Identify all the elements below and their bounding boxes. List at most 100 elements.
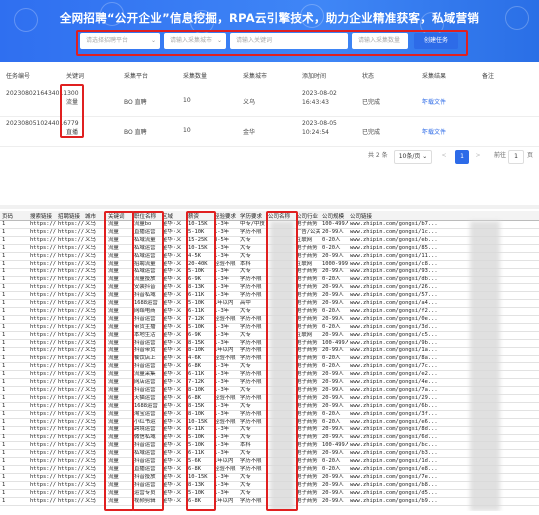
sheet-cell: 电子商务 [296, 402, 318, 409]
sheet-cell: 经验不限 [214, 315, 236, 322]
sheet-cell: 大专 [240, 386, 251, 393]
create-task-button[interactable]: 创建任务 [414, 33, 458, 49]
sheet-cell: https:// [58, 307, 84, 314]
job-title-column-highlight [132, 211, 164, 511]
sheet-cell: 0-20人 [322, 236, 341, 243]
sheet-cell: 1-3年 [214, 402, 230, 409]
sheet-cell: https:// [30, 347, 56, 354]
sheet-cell: 大专 [240, 489, 251, 496]
sheet-cell: 义乌 [85, 276, 96, 283]
task-city: 金华 [243, 129, 256, 136]
sheet-cell: 金华·义 [162, 434, 182, 441]
keyword-input[interactable]: 请输入关键词 [230, 33, 348, 49]
task-count: 10 [183, 97, 191, 104]
sheet-cell: 义乌 [85, 355, 96, 362]
sheet-cell: 金华·义 [162, 284, 182, 291]
sheet-cell: 学历不限 [240, 228, 262, 235]
sheet-cell: 学历不限 [240, 339, 262, 346]
sheet-col-header: 公司行业 [296, 214, 319, 220]
sheet-cell: 100-499人 [322, 221, 348, 227]
sheet-cell: 金华·义 [162, 465, 182, 472]
sheet-cell: 互联网 [296, 236, 313, 243]
sheet-cell: https:// [30, 363, 56, 370]
sheet-cell: https:// [30, 410, 56, 417]
sheet-cell: 20-99人 [322, 379, 344, 385]
keyword-column-highlight [60, 84, 84, 138]
sheet-cell: 金华·义 [162, 458, 182, 464]
sheet-cell: 学历不限 [240, 347, 262, 354]
sheet-cell: 1 [2, 418, 6, 425]
sheet-cell: 1 [2, 402, 6, 409]
sheet-cell: 1 [2, 442, 6, 449]
sheet-cell: 1 [2, 339, 6, 346]
sheet-cell: https:// [58, 244, 84, 251]
sheet-cell: 20-99人 [322, 402, 344, 409]
sheet-cell: 0-20人 [322, 410, 341, 417]
sheet-cell: 1-3年 [214, 363, 230, 370]
sheet-cell: https:// [58, 497, 84, 504]
sheet-cell: 义乌 [85, 331, 96, 338]
sheet-cell: 经验不限 [214, 260, 236, 267]
sheet-cell: 1 [2, 473, 6, 480]
sheet-cell: https:// [30, 284, 56, 291]
prev-page-button[interactable]: < [438, 150, 450, 162]
sheet-cell: https:// [58, 339, 84, 346]
salary-column-highlight [186, 211, 216, 511]
sheet-cell: https:// [30, 473, 56, 480]
sheet-cell: 中专/中技 [240, 221, 265, 227]
total-count: 共 2 条 [368, 152, 388, 159]
sheet-cell: 学历不限 [240, 465, 262, 472]
sheet-cell: https:// [58, 458, 84, 464]
sheet-cell: 1 [2, 292, 6, 299]
sheet-cell: 1 [2, 489, 6, 496]
sheet-cell: 电子商务 [296, 268, 318, 275]
sheet-cell: 义乌 [85, 228, 96, 235]
sheet-cell: 大专 [240, 252, 251, 259]
sheet-cell: https:// [58, 442, 84, 449]
sheet-cell: https:// [30, 339, 56, 346]
sheet-cell: 大专 [240, 450, 251, 457]
sheet-col-header: 搜索链接 [30, 214, 53, 220]
sheet-cell: 金华·义 [162, 244, 182, 251]
col-header: 采集平台 [124, 73, 149, 80]
sheet-cell: 1 [2, 307, 6, 314]
page-1-button[interactable]: 1 [455, 150, 469, 164]
page-size-select[interactable]: 10条/页 ⌄ [394, 150, 432, 164]
sheet-cell: 金华·义 [162, 394, 182, 401]
sheet-cell: 电子商务 [296, 371, 318, 378]
sheet-cell: https:// [30, 497, 56, 504]
export-spreadsheet: 页码 搜索链接 招聘链接 城市 关键词 职位名称 区域 薪资 经验要求 学历要求… [0, 211, 539, 511]
sheet-cell: https:// [58, 363, 84, 370]
sheet-cell: 0-20人 [322, 244, 341, 251]
task-count: 10 [183, 127, 191, 134]
platform-select[interactable]: 请选择招聘平台 ⌄ [80, 33, 160, 49]
sheet-cell: 经验不限 [214, 418, 236, 425]
sheet-cell: 金华·义 [162, 497, 182, 504]
redacted-company-ids [470, 221, 500, 511]
sheet-cell: 义乌 [85, 236, 96, 243]
sheet-col-header: 页码 [2, 214, 14, 220]
next-page-button[interactable]: > [472, 150, 484, 162]
sheet-cell: 20-99人 [322, 489, 344, 496]
task-id: 2023080216434011300 [6, 90, 79, 97]
goto-page-input[interactable]: 1 [508, 150, 524, 164]
sheet-cell: 20-99人 [322, 481, 344, 488]
sheet-cell: https:// [58, 347, 84, 354]
sheet-cell: 1 [2, 221, 6, 227]
city-select[interactable]: 请输入采集城市 ⌄ [164, 33, 226, 49]
sheet-cell: https:// [58, 228, 84, 235]
sheet-cell: https:// [30, 260, 56, 267]
sheet-cell: 电子商务 [296, 418, 318, 425]
sheet-cell: 金华·义 [162, 252, 182, 259]
sheet-col-header: 公司链接 [350, 214, 373, 220]
sheet-cell: 20-99人 [322, 473, 344, 480]
quantity-input[interactable]: 请输入采集数量 [352, 33, 408, 49]
sheet-cell: 1 [2, 268, 6, 275]
sheet-cell: 义乌 [85, 481, 96, 488]
sheet-cell: 电子商务 [296, 276, 318, 283]
sheet-cell: 学历不限 [240, 394, 262, 401]
sheet-cell: 金华·义 [162, 402, 182, 409]
task-table-header: 任务编号 关键词 采集平台 采集数量 采集城市 添加时间 状态 采集结果 备注 [0, 66, 539, 82]
sheet-cell: 20-99人 [322, 268, 344, 275]
sheet-cell: 电子商务 [296, 458, 318, 464]
